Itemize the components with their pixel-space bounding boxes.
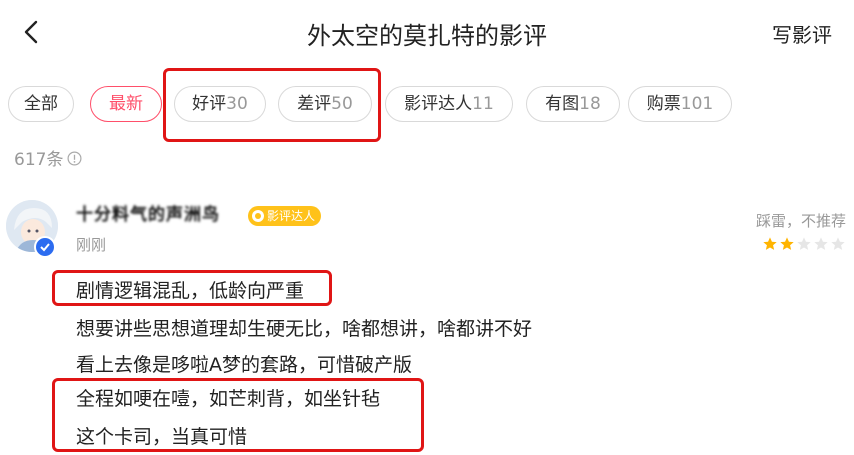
review-line: 这个卡司，当真可惜: [76, 426, 248, 448]
filter-label: 购票: [646, 94, 681, 114]
filter-count: 50: [331, 94, 353, 114]
filter-label: 全部: [24, 94, 58, 114]
filter-chip-negative[interactable]: 差评50: [278, 86, 372, 122]
page-title: 外太空的莫扎特的影评: [307, 22, 547, 50]
expert-badge-label: 影评达人: [267, 209, 316, 223]
write-review-button[interactable]: 写影评: [772, 19, 832, 48]
star-empty-icon: [797, 237, 811, 250]
review-total-count: 617条: [14, 145, 82, 170]
filter-label: 好评: [192, 94, 227, 114]
star-empty-icon: [814, 237, 828, 250]
star-rating: [762, 236, 846, 252]
filter-label: 最新: [109, 94, 143, 114]
filter-count: 11: [472, 94, 494, 114]
info-icon[interactable]: [67, 151, 82, 166]
expert-badge: 影评达人: [248, 206, 322, 226]
review-total-text: 617条: [14, 150, 64, 170]
filter-label: 差评: [297, 94, 332, 114]
filter-chip-latest[interactable]: 最新: [90, 86, 162, 122]
review-line: 看上去像是哆啦A梦的套路，可惜破产版: [76, 354, 412, 376]
filter-chip-positive[interactable]: 好评30: [174, 86, 266, 122]
filter-label: 有图: [545, 94, 580, 114]
filter-count: 30: [226, 94, 248, 114]
filter-label: 影评达人: [404, 94, 473, 114]
star-empty-icon: [831, 237, 845, 250]
filter-count: 101: [680, 94, 714, 114]
filter-chip-with-images[interactable]: 有图18: [526, 86, 620, 122]
header: 外太空的莫扎特的影评 写影评: [0, 0, 854, 64]
verified-badge-icon: [34, 236, 56, 258]
star-filled-icon: [780, 237, 794, 250]
star-filled-icon: [763, 237, 777, 250]
username[interactable]: 十分料气的声洲鸟: [76, 200, 220, 225]
filter-chip-expert[interactable]: 影评达人11: [385, 86, 513, 122]
review-line: 全程如哽在噎，如芒刺背，如坐针毡: [76, 388, 381, 410]
rating-text: 踩雷，不推荐: [755, 212, 846, 230]
post-time: 刚刚: [76, 236, 107, 254]
filter-chip-ticket[interactable]: 购票101: [628, 86, 732, 122]
filter-count: 18: [579, 94, 601, 114]
review-line: 想要讲些思想道理却生硬无比，啥都想讲，啥都讲不好: [76, 318, 533, 340]
review-line: 剧情逻辑混乱，低龄向严重: [76, 280, 305, 302]
filter-chip-all[interactable]: 全部: [8, 86, 74, 122]
badge-icon: [252, 210, 264, 222]
